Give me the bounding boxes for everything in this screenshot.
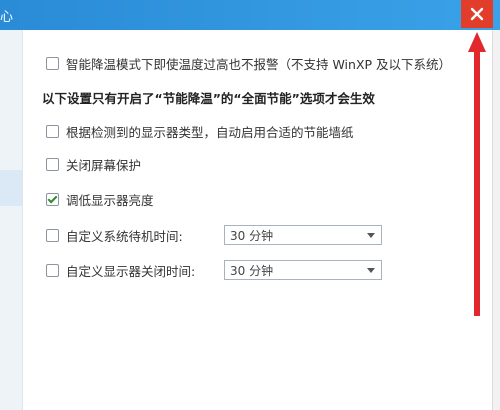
option-brightness[interactable]: 调低显示器亮度 <box>46 190 154 208</box>
monitor-off-time-select[interactable]: 30 分钟 <box>224 260 382 280</box>
standby-time-value: 30 分钟 <box>230 228 274 243</box>
standby-checkbox[interactable] <box>46 228 59 242</box>
wallpaper-checkbox[interactable] <box>46 124 59 138</box>
brightness-checkbox[interactable] <box>46 192 59 206</box>
window-border <box>492 30 500 410</box>
close-button[interactable] <box>461 0 493 28</box>
option-monitor-off[interactable]: 自定义显示器关闭时间: <box>46 261 195 279</box>
annotation-arrow-icon <box>468 32 486 316</box>
option-no-alarm[interactable]: 智能降温模式下即使温度过高也不报警（不支持 WinXP 及以下系统） <box>46 54 451 72</box>
monitor-off-time-value: 30 分钟 <box>230 263 274 278</box>
sidebar-item-selected[interactable] <box>0 170 22 206</box>
sidebar <box>0 30 23 410</box>
option-wallpaper[interactable]: 根据检测到的显示器类型，自动启用合适的节能墙纸 <box>46 122 354 140</box>
option-standby[interactable]: 自定义系统待机时间: <box>46 226 183 244</box>
brightness-label: 调低显示器亮度 <box>66 192 154 208</box>
window-title: 心 <box>0 10 14 25</box>
screensaver-checkbox[interactable] <box>46 157 59 171</box>
dropdown-arrow-icon <box>367 268 375 273</box>
monitor-off-checkbox[interactable] <box>46 263 59 277</box>
close-icon <box>470 7 484 21</box>
title-bar: 心 <box>0 0 500 30</box>
no-alarm-checkbox[interactable] <box>46 56 59 70</box>
monitor-off-label: 自定义显示器关闭时间: <box>66 263 196 279</box>
settings-panel: 智能降温模式下即使温度过高也不报警（不支持 WinXP 及以下系统） 以下设置只… <box>22 30 492 410</box>
dropdown-arrow-icon <box>367 233 375 238</box>
no-alarm-label: 智能降温模式下即使温度过高也不报警（不支持 WinXP 及以下系统） <box>66 56 452 72</box>
option-screensaver[interactable]: 关闭屏幕保护 <box>46 155 141 173</box>
wallpaper-label: 根据检测到的显示器类型，自动启用合适的节能墙纸 <box>66 124 354 140</box>
standby-label: 自定义系统待机时间: <box>66 228 183 244</box>
screensaver-label: 关闭屏幕保护 <box>66 157 142 173</box>
standby-time-select[interactable]: 30 分钟 <box>224 225 382 245</box>
section-heading: 以下设置只有开启了“节能降温”的“全面节能”选项才会生效 <box>42 91 375 106</box>
